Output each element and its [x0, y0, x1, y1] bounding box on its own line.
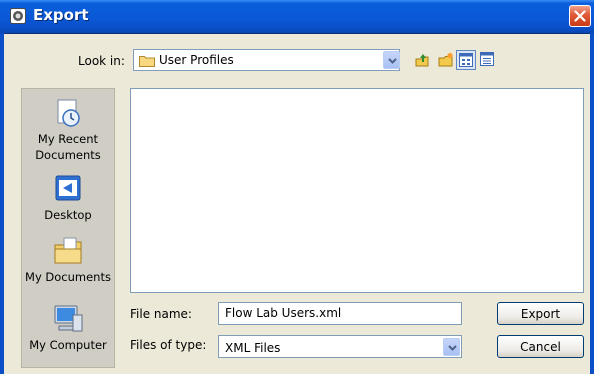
- place-my-computer[interactable]: My Computer: [22, 303, 114, 353]
- look-in-dropdown-button[interactable]: [383, 51, 400, 69]
- window-border-right: [590, 33, 594, 374]
- view-menu-button[interactable]: [456, 50, 476, 70]
- chevron-down-icon: [388, 58, 397, 64]
- file-name-input[interactable]: Flow Lab Users.xml: [218, 302, 462, 325]
- details-view-button[interactable]: [478, 50, 498, 70]
- place-label: My Computer: [29, 338, 107, 352]
- files-of-type-label: Files of type:: [130, 338, 207, 352]
- up-one-level-button[interactable]: [412, 50, 432, 70]
- close-icon: [574, 10, 586, 22]
- files-of-type-value: XML Files: [225, 341, 281, 355]
- place-label: My Documents: [25, 270, 111, 284]
- files-of-type-dropdown[interactable]: XML Files: [218, 335, 462, 358]
- chevron-down-icon: [448, 345, 457, 351]
- up-one-level-icon: [415, 54, 429, 67]
- look-in-dropdown[interactable]: User Profiles: [133, 49, 400, 71]
- place-desktop[interactable]: Desktop: [22, 173, 114, 223]
- recent-documents-icon: [57, 99, 80, 127]
- look-in-label: Look in:: [78, 54, 125, 68]
- cancel-button[interactable]: Cancel: [497, 335, 584, 358]
- places-bar: My Recent Documents Desktop My Documents…: [21, 88, 115, 368]
- my-documents-icon: [54, 237, 82, 264]
- export-dialog: Export Look in: User Profiles My Recent …: [0, 0, 594, 374]
- app-icon: [10, 8, 26, 24]
- close-button[interactable]: [569, 5, 591, 27]
- title-bar[interactable]: Export: [0, 0, 594, 34]
- files-of-type-dropdown-button[interactable]: [443, 338, 460, 356]
- window-border-left: [0, 33, 4, 374]
- my-computer-icon: [54, 305, 83, 332]
- details-view-icon: [480, 52, 494, 66]
- place-label: My Recent Documents: [35, 132, 101, 162]
- place-my-documents[interactable]: My Documents: [22, 235, 114, 285]
- desktop-icon: [55, 175, 81, 201]
- window-title: Export: [33, 6, 89, 24]
- place-label: Desktop: [44, 208, 92, 222]
- file-name-label: File name:: [130, 307, 192, 321]
- view-menu-icon: [459, 53, 473, 67]
- export-button[interactable]: Export: [497, 302, 584, 325]
- file-list[interactable]: [130, 88, 584, 293]
- new-folder-button[interactable]: [436, 50, 456, 70]
- look-in-value: User Profiles: [159, 53, 234, 67]
- place-my-recent-documents[interactable]: My Recent Documents: [22, 97, 114, 163]
- folder-icon: [139, 56, 155, 67]
- new-folder-icon: [438, 52, 453, 67]
